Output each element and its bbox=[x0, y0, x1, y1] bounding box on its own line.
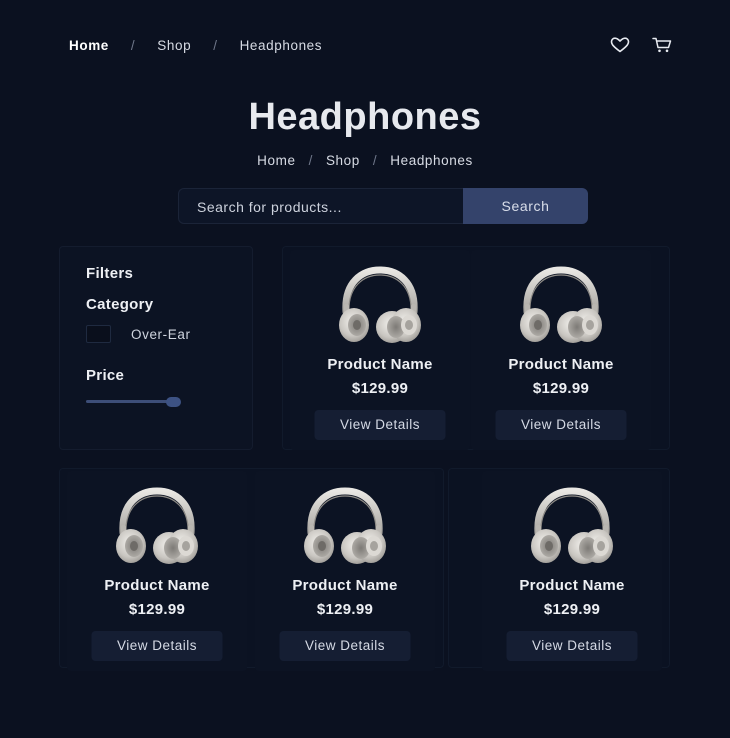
view-details-button[interactable]: View Details bbox=[495, 410, 627, 440]
top-nav: Home / Shop / Headphones bbox=[69, 37, 672, 56]
over-ear-checkbox[interactable] bbox=[86, 325, 111, 343]
product-card[interactable]: Product Name $129.99 View Details bbox=[482, 471, 662, 671]
category-option-over-ear[interactable]: Over-Ear bbox=[86, 325, 191, 343]
breadcrumb-separator: / bbox=[308, 153, 313, 168]
breadcrumb-separator: / bbox=[130, 38, 136, 53]
nav-link-home[interactable]: Home bbox=[69, 38, 109, 53]
category-heading: Category bbox=[86, 296, 154, 313]
search-input[interactable]: Search for products... bbox=[178, 188, 463, 224]
breadcrumb-home[interactable]: Home bbox=[257, 153, 295, 168]
product-name: Product Name bbox=[508, 356, 614, 373]
headphones-image bbox=[332, 266, 428, 344]
product-name: Product Name bbox=[327, 356, 433, 373]
breadcrumb-separator: / bbox=[372, 153, 378, 168]
top-breadcrumb: Home / Shop / Headphones bbox=[69, 38, 322, 53]
headphones-image bbox=[524, 487, 620, 565]
product-name: Product Name bbox=[519, 577, 625, 594]
breadcrumb-separator: / bbox=[213, 38, 218, 53]
product-card[interactable]: Product Name $129.99 View Details bbox=[67, 471, 247, 671]
headphones-image bbox=[297, 487, 393, 565]
product-card[interactable]: Product Name $129.99 View Details bbox=[255, 471, 435, 671]
view-details-button[interactable]: View Details bbox=[279, 631, 411, 661]
page-title: Headphones bbox=[248, 96, 482, 138]
heart-icon[interactable] bbox=[610, 37, 630, 53]
breadcrumb-headphones[interactable]: Headphones bbox=[390, 153, 473, 168]
product-price: $129.99 bbox=[128, 601, 186, 618]
search-button[interactable]: Search bbox=[463, 188, 588, 224]
nav-link-headphones[interactable]: Headphones bbox=[240, 38, 323, 53]
product-price: $129.99 bbox=[351, 380, 409, 397]
product-name: Product Name bbox=[104, 577, 210, 594]
view-details-button[interactable]: View Details bbox=[91, 631, 223, 661]
price-slider-thumb[interactable] bbox=[166, 397, 181, 407]
headphones-image bbox=[109, 487, 205, 565]
nav-link-shop[interactable]: Shop bbox=[157, 38, 191, 53]
product-price: $129.99 bbox=[316, 601, 374, 618]
page: Home / Shop / Headphones Headphones Home… bbox=[0, 0, 730, 738]
product-price: $129.99 bbox=[543, 601, 601, 618]
product-price: $129.99 bbox=[532, 380, 590, 397]
nav-icons bbox=[610, 37, 672, 53]
price-slider[interactable] bbox=[86, 397, 182, 407]
filters-heading: Filters bbox=[86, 265, 134, 282]
cart-icon[interactable] bbox=[652, 37, 672, 53]
breadcrumb: Home / Shop / Headphones bbox=[0, 153, 730, 168]
price-heading: Price bbox=[86, 367, 125, 384]
breadcrumb-shop[interactable]: Shop bbox=[326, 153, 360, 168]
product-card[interactable]: Product Name $129.99 View Details bbox=[290, 250, 470, 450]
search-bar: Search for products... Search bbox=[178, 188, 588, 224]
headphones-image bbox=[513, 266, 609, 344]
product-card[interactable]: Product Name $129.99 View Details bbox=[471, 250, 651, 450]
filters-panel: Filters Category Over-Ear Price bbox=[59, 246, 253, 450]
over-ear-label: Over-Ear bbox=[131, 326, 191, 342]
view-details-button[interactable]: View Details bbox=[506, 631, 638, 661]
product-name: Product Name bbox=[292, 577, 398, 594]
view-details-button[interactable]: View Details bbox=[314, 410, 446, 440]
price-slider-track bbox=[86, 400, 176, 403]
